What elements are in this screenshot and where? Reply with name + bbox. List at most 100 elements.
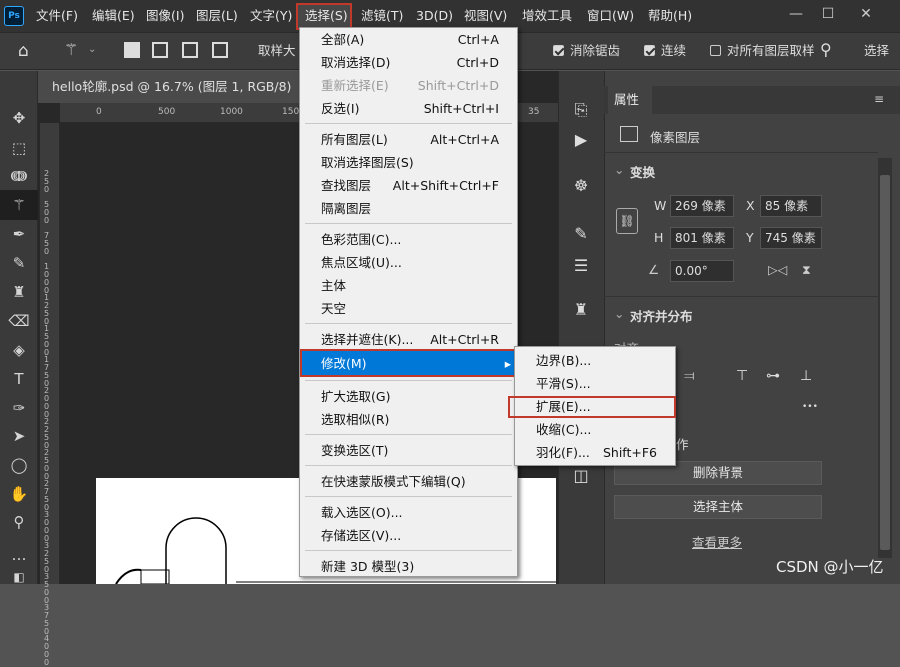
intersect-selection-icon[interactable] bbox=[212, 42, 228, 58]
menu-item[interactable]: 全部(A) Ctrl+A bbox=[300, 28, 517, 51]
menu-item[interactable]: 选取相似(R) bbox=[300, 408, 517, 431]
select-subject-option[interactable]: 选择 bbox=[864, 32, 889, 70]
type-tool-icon[interactable]: T bbox=[0, 364, 38, 394]
menu-item[interactable]: 所有图层(L) Alt+Ctrl+A bbox=[300, 128, 517, 151]
minimize-button[interactable]: — bbox=[780, 0, 812, 28]
menu-item[interactable]: 载入选区(O)... bbox=[300, 501, 517, 524]
pen-tool-icon[interactable]: ✑ bbox=[0, 393, 38, 423]
align-right-icon[interactable]: ⫤ bbox=[684, 368, 695, 384]
sample-all-layers-checkbox[interactable]: 对所有图层取样 bbox=[710, 32, 814, 70]
menu-item[interactable]: 色彩范围(C)... bbox=[300, 228, 517, 251]
history-icon[interactable]: ⎘ bbox=[558, 96, 604, 124]
submenu-item[interactable]: 收缩(C)... bbox=[515, 418, 675, 441]
menu-type[interactable]: 文字(Y) bbox=[250, 0, 292, 32]
checkbox-icon bbox=[553, 45, 564, 56]
select-subject-button[interactable]: 选择主体 bbox=[614, 495, 822, 519]
menu-item-label: 扩大选取(G) bbox=[321, 389, 391, 404]
flip-vertical-icon[interactable]: ⧗ bbox=[802, 262, 811, 278]
menu-item[interactable]: 在快速蒙版模式下编辑(Q) bbox=[300, 470, 517, 493]
navigator-icon[interactable]: ☸ bbox=[558, 172, 604, 200]
menu-window[interactable]: 窗口(W) bbox=[587, 0, 634, 32]
menu-item[interactable]: 隔离图层 bbox=[300, 197, 517, 220]
menu-file[interactable]: 文件(F) bbox=[36, 0, 78, 32]
y-field[interactable]: 745 像素 bbox=[760, 227, 822, 249]
eraser-tool-icon[interactable]: ⌫ bbox=[0, 306, 38, 336]
clone-source-icon[interactable]: ♜ bbox=[558, 296, 604, 324]
menu-layer[interactable]: 图层(L) bbox=[196, 0, 238, 32]
scrollbar-thumb[interactable] bbox=[880, 175, 890, 550]
menu-separator bbox=[305, 465, 512, 466]
play-actions-icon[interactable]: ▶ bbox=[558, 126, 604, 154]
document-tab[interactable]: hello轮廓.psd @ 16.7% (图层 1, RGB/8)× bbox=[38, 71, 308, 103]
magic-wand-tool-icon[interactable]: ⚚ bbox=[0, 190, 38, 220]
menu-item[interactable]: 天空 bbox=[300, 297, 517, 320]
magic-wand-tool-icon[interactable]: ⚚ bbox=[64, 40, 78, 59]
ruler-tick: 1 2 5 0 bbox=[44, 293, 50, 326]
menu-item[interactable]: 焦点区域(U)... bbox=[300, 251, 517, 274]
more-options-icon[interactable]: ••• bbox=[802, 402, 818, 412]
anti-alias-checkbox[interactable]: 消除锯齿 bbox=[553, 32, 620, 70]
brush-settings-icon[interactable]: ✎ bbox=[558, 220, 604, 248]
color-swatches-icon[interactable]: ◧ bbox=[0, 562, 38, 592]
menu-edit[interactable]: 编辑(E) bbox=[92, 0, 135, 32]
menu-item-label: 焦点区域(U)... bbox=[321, 255, 402, 270]
close-window-button[interactable]: ✕ bbox=[850, 0, 882, 28]
marquee-tool-icon[interactable]: ⬚ bbox=[0, 133, 38, 163]
chevron-down-icon[interactable]: ⌄ bbox=[88, 44, 96, 55]
search-icon[interactable]: ⚲ bbox=[820, 40, 832, 59]
menu-item[interactable]: 新建 3D 模型(3) bbox=[300, 555, 517, 578]
menu-item[interactable]: 存储选区(V)... bbox=[300, 524, 517, 547]
menu-item[interactable]: 主体 bbox=[300, 274, 517, 297]
menu-plugins[interactable]: 增效工具 bbox=[522, 0, 572, 32]
x-field[interactable]: 85 像素 bbox=[760, 195, 822, 217]
ellipse-tool-icon[interactable]: ◯ bbox=[0, 450, 38, 480]
height-field[interactable]: 801 像素 bbox=[670, 227, 734, 249]
eyedropper-tool-icon[interactable]: ✒ bbox=[0, 219, 38, 249]
chevron-down-icon[interactable]: ⌄ bbox=[614, 162, 624, 177]
zoom-tool-icon[interactable]: ⚲ bbox=[0, 507, 38, 537]
submenu-item-label: 平滑(S)... bbox=[536, 376, 591, 391]
stamp-tool-icon[interactable]: ♜ bbox=[0, 277, 38, 307]
menu-item[interactable]: 重新选择(E) Shift+Ctrl+D bbox=[300, 74, 517, 97]
hand-tool-icon[interactable]: ✋ bbox=[0, 479, 38, 509]
flip-horizontal-icon[interactable]: ▷◁ bbox=[768, 262, 787, 277]
ruler-tick: 3 5 0 0 bbox=[44, 572, 50, 605]
menu-item[interactable]: 取消选择(D) Ctrl+D bbox=[300, 51, 517, 74]
align-bottom-icon[interactable]: ⊥ bbox=[800, 368, 812, 384]
submenu-item[interactable]: 平滑(S)... bbox=[515, 372, 675, 395]
align-middle-icon[interactable]: ⊶ bbox=[766, 368, 780, 384]
menu-item[interactable]: 查找图层 Alt+Shift+Ctrl+F bbox=[300, 174, 517, 197]
submenu-item[interactable]: 羽化(F)... Shift+F6 bbox=[515, 441, 675, 464]
home-icon[interactable]: ⌂ bbox=[18, 41, 29, 61]
move-tool-icon[interactable]: ✥ bbox=[0, 103, 38, 133]
lasso-tool-icon[interactable]: ↈ bbox=[0, 161, 38, 191]
align-top-icon[interactable]: ⊤ bbox=[736, 368, 748, 384]
adjustments-icon[interactable]: ☰ bbox=[558, 252, 604, 280]
menu-item[interactable]: 选择并遮住(K)... Alt+Ctrl+R bbox=[300, 328, 517, 351]
chevron-down-icon[interactable]: ⌄ bbox=[614, 306, 624, 321]
menu-item-shortcut: Alt+Shift+Ctrl+F bbox=[392, 178, 499, 193]
maximize-button[interactable]: ☐ bbox=[812, 0, 844, 28]
layers-icon[interactable]: ◫ bbox=[558, 462, 604, 490]
add-selection-icon[interactable] bbox=[152, 42, 168, 58]
expand-item-highlight bbox=[508, 396, 676, 418]
angle-field[interactable]: 0.00° bbox=[670, 260, 734, 282]
new-selection-icon[interactable] bbox=[124, 42, 140, 58]
brush-tool-icon[interactable]: ✎ bbox=[0, 248, 38, 278]
menu-item[interactable]: 反选(I) Shift+Ctrl+I bbox=[300, 97, 517, 120]
tab-properties[interactable]: 属性 bbox=[608, 86, 652, 114]
contiguous-checkbox[interactable]: 连续 bbox=[644, 32, 686, 70]
submenu-item[interactable]: 边界(B)... bbox=[515, 349, 675, 372]
panel-menu-icon[interactable]: ≡ bbox=[874, 92, 884, 106]
link-icon[interactable]: ⛓ bbox=[616, 208, 638, 234]
menu-help[interactable]: 帮助(H) bbox=[648, 0, 692, 32]
see-more-link[interactable]: 查看更多 bbox=[692, 532, 742, 551]
subtract-selection-icon[interactable] bbox=[182, 42, 198, 58]
menu-item[interactable]: 扩大选取(G) bbox=[300, 385, 517, 408]
menu-image[interactable]: 图像(I) bbox=[146, 0, 184, 32]
paint-bucket-tool-icon[interactable]: ◈ bbox=[0, 335, 38, 365]
width-field[interactable]: 269 像素 bbox=[670, 195, 734, 217]
path-selection-tool-icon[interactable]: ➤ bbox=[0, 421, 38, 451]
menu-item[interactable]: 取消选择图层(S) bbox=[300, 151, 517, 174]
menu-item[interactable]: 变换选区(T) bbox=[300, 439, 517, 462]
